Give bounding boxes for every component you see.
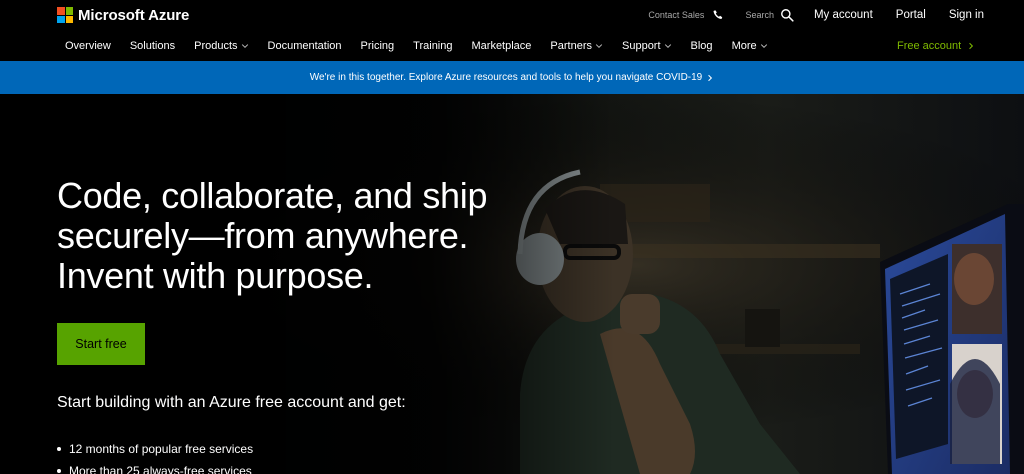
brand-name: Microsoft Azure [78, 6, 190, 24]
nav-item-more[interactable]: More [732, 40, 768, 52]
nav-item-label: Overview [65, 40, 111, 52]
nav-item-label: Pricing [360, 40, 395, 52]
chevron-down-icon [595, 44, 603, 49]
hero-subtitle: Start building with an Azure free accoun… [57, 394, 406, 411]
nav-item-documentation[interactable]: Documentation [268, 40, 342, 52]
logo-red-square [57, 7, 65, 15]
top-header: Microsoft Azure Contact Sales Search My … [0, 0, 1024, 61]
nav-item-label: Support [622, 40, 661, 52]
nav-item-label: Marketplace [471, 40, 532, 52]
chevron-right-icon [708, 74, 713, 81]
logo-green-square [65, 7, 73, 15]
nav-item-label: Documentation [267, 40, 342, 52]
free-account-label: Free account [897, 40, 962, 52]
hero-title-line: Invent with purpose. [57, 255, 374, 296]
banner-text: We're in this together. Explore Azure re… [309, 72, 703, 83]
search-label[interactable]: Search [745, 10, 774, 20]
chevron-down-icon [664, 44, 671, 49]
nav-item-label: Training [413, 40, 453, 52]
nav-item-products[interactable]: Products [194, 40, 248, 52]
nav-item-label: Solutions [129, 40, 176, 52]
benefits-list: 12 months of popular free services More … [57, 438, 253, 474]
phone-icon[interactable] [712, 9, 724, 21]
portal-link[interactable]: Portal [896, 9, 926, 21]
chevron-right-icon [969, 42, 974, 50]
hero-title: Code, collaborate, and ship securely—fro… [57, 176, 557, 296]
nav-item-pricing[interactable]: Pricing [361, 40, 395, 52]
my-account-link[interactable]: My account [814, 9, 873, 21]
nav-item-partners[interactable]: Partners [550, 40, 603, 52]
sign-in-link[interactable]: Sign in [949, 9, 984, 21]
nav-item-training[interactable]: Training [413, 40, 452, 52]
nav-item-overview[interactable]: Overview [65, 40, 111, 52]
contact-sales-link[interactable]: Contact Sales [648, 10, 704, 20]
nav-item-label: Products [194, 40, 238, 52]
hero-section: Code, collaborate, and ship securely—fro… [0, 94, 1024, 474]
chevron-down-icon [760, 44, 767, 49]
free-account-link[interactable]: Free account [897, 39, 975, 53]
start-free-button[interactable]: Start free [57, 323, 145, 365]
microsoft-logo-icon [57, 7, 73, 23]
nav-item-label: Blog [690, 40, 713, 52]
list-item: More than 25 always-free services [57, 460, 253, 474]
covid-banner[interactable]: We're in this together. Explore Azure re… [0, 61, 1024, 94]
nav-item-marketplace[interactable]: Marketplace [472, 40, 532, 52]
list-item: 12 months of popular free services [57, 438, 253, 460]
nav-item-label: Partners [550, 40, 592, 52]
nav-item-label: More [731, 40, 757, 52]
nav-item-solutions[interactable]: Solutions [130, 40, 175, 52]
hero-title-line: Code, collaborate, and ship [57, 175, 488, 216]
chevron-down-icon [241, 44, 248, 49]
hero-title-line: securely—from anywhere. [57, 215, 469, 256]
nav-item-blog[interactable]: Blog [691, 40, 713, 52]
logo-blue-square [57, 15, 65, 23]
utility-bar: Contact Sales Search My account Portal S… [648, 5, 1024, 25]
brand-link[interactable]: Microsoft Azure [57, 6, 189, 24]
logo-yellow-square [65, 15, 73, 23]
main-nav: Overview Solutions Products Documentatio… [65, 39, 787, 53]
nav-item-support[interactable]: Support [622, 40, 672, 52]
search-icon[interactable] [780, 8, 794, 22]
